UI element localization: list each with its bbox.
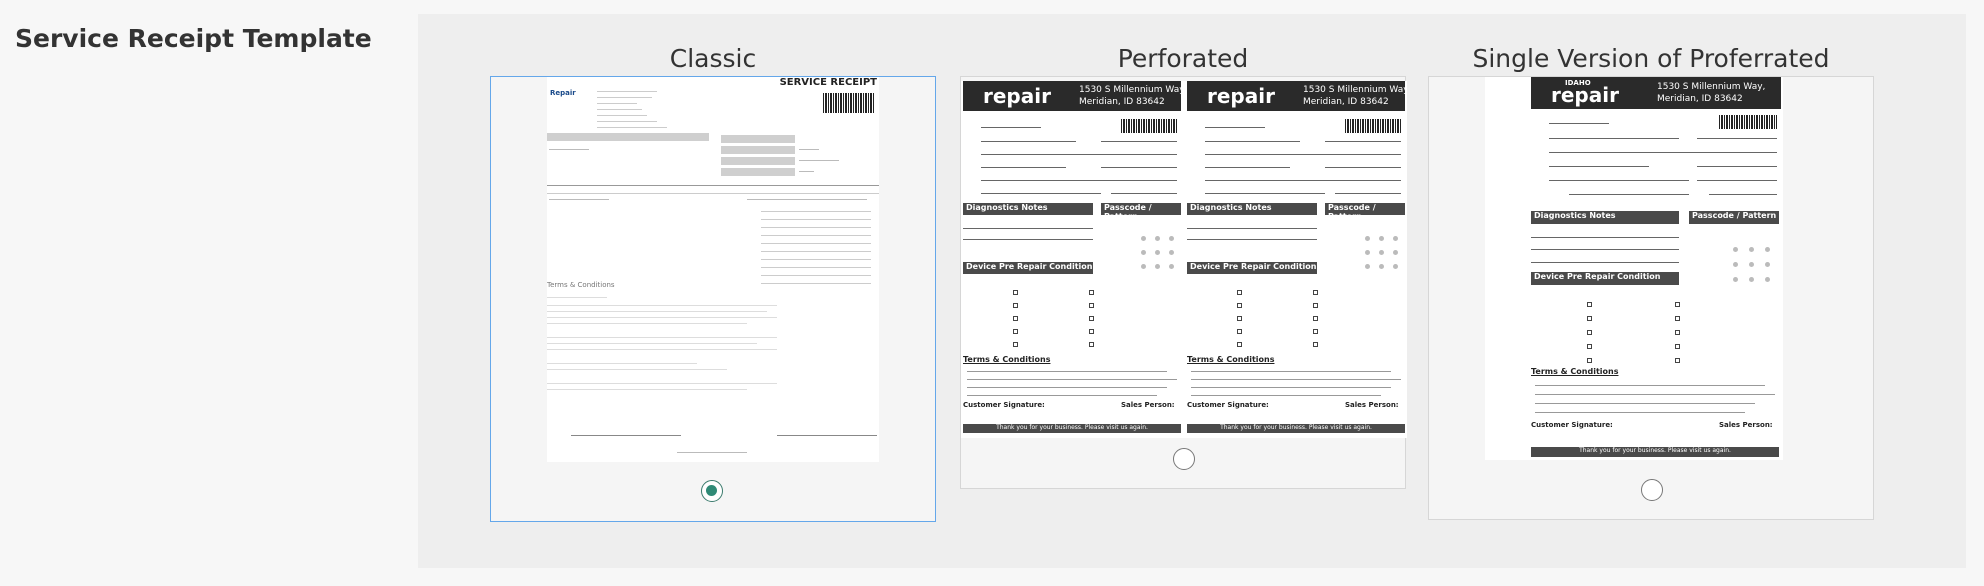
section-title: Service Receipt Template (15, 24, 372, 53)
single-signature: Customer Signature: (1531, 421, 1613, 429)
option-classic[interactable]: Classic SERVICE RECEIPT Repair Terms & C… (490, 14, 936, 524)
single-diagnostics: Diagnostics Notes (1531, 211, 1679, 224)
single-sales: Sales Person: (1719, 421, 1773, 429)
option-label-single-version: Single Version of Proferrated (1472, 44, 1830, 73)
perf-right-address2: Meridian, ID 83642 (1303, 97, 1389, 107)
single-address: 1530 S Millennium Way, (1657, 82, 1766, 92)
perf-right-sales: Sales Person: (1345, 401, 1399, 409)
perf-left-pre-repair: Device Pre Repair Condition (963, 262, 1093, 274)
perf-left-sales: Sales Person: (1121, 401, 1175, 409)
template-card-perforated[interactable]: repair 1530 S Millennium Way, Meridian, … (960, 76, 1407, 489)
template-card-single-version[interactable]: IDAHO repair 1530 S Millennium Way, Meri… (1428, 76, 1874, 520)
single-terms: Terms & Conditions (1531, 367, 1619, 376)
single-passcode: Passcode / Pattern (1689, 211, 1779, 224)
perf-left-address2: Meridian, ID 83642 (1079, 97, 1165, 107)
single-pre-repair: Device Pre Repair Condition (1531, 272, 1679, 285)
template-options-panel: Classic SERVICE RECEIPT Repair Terms & C… (418, 14, 1966, 568)
classic-logo: Repair (550, 89, 576, 97)
perf-right-address: 1530 S Millennium Way, (1303, 85, 1407, 95)
option-label-classic: Classic (669, 44, 757, 73)
perf-left-footer: Thank you for your business. Please visi… (963, 424, 1181, 433)
option-single-version[interactable]: Single Version of Proferrated IDAHO repa… (1428, 14, 1874, 524)
classic-barcode (823, 93, 875, 113)
perf-left-passcode: Passcode / Pattern (1101, 203, 1181, 221)
single-footer: Thank you for your business. Please visi… (1531, 447, 1779, 457)
radio-single-version[interactable] (1641, 479, 1663, 501)
perforated-thumbnail: repair 1530 S Millennium Way, Meridian, … (961, 81, 1407, 438)
single-version-thumbnail: IDAHO repair 1530 S Millennium Way, Meri… (1485, 77, 1783, 460)
classic-thumbnail: SERVICE RECEIPT Repair Terms & Condition… (547, 77, 879, 462)
perf-left-terms: Terms & Conditions (963, 355, 1051, 364)
classic-receipt-title: SERVICE RECEIPT (779, 77, 877, 88)
perf-right-footer: Thank you for your business. Please visi… (1187, 424, 1405, 433)
perf-right-signature: Customer Signature: (1187, 401, 1269, 409)
perf-left-brand: repair (983, 84, 1051, 108)
perf-left-signature: Customer Signature: (963, 401, 1045, 409)
single-address2: Meridian, ID 83642 (1657, 94, 1743, 104)
perf-right-passcode: Passcode / Pattern (1325, 203, 1405, 221)
radio-classic[interactable] (701, 480, 723, 502)
single-brand: repair (1551, 83, 1619, 107)
option-label-perforated: Perforated (1117, 44, 1249, 73)
perf-right-terms: Terms & Conditions (1187, 355, 1275, 364)
perf-left-diagnostics: Diagnostics Notes (963, 203, 1093, 215)
template-card-classic[interactable]: SERVICE RECEIPT Repair Terms & Condition… (490, 76, 936, 522)
perf-left-address: 1530 S Millennium Way, (1079, 85, 1188, 95)
perf-right-pre-repair: Device Pre Repair Condition (1187, 262, 1317, 274)
perf-right-brand: repair (1207, 84, 1275, 108)
perf-right-diagnostics: Diagnostics Notes (1187, 203, 1317, 215)
option-perforated[interactable]: Perforated repair 1530 S Millennium Way,… (960, 14, 1407, 524)
classic-terms-heading: Terms & Conditions (547, 281, 615, 289)
radio-perforated[interactable] (1173, 448, 1195, 470)
